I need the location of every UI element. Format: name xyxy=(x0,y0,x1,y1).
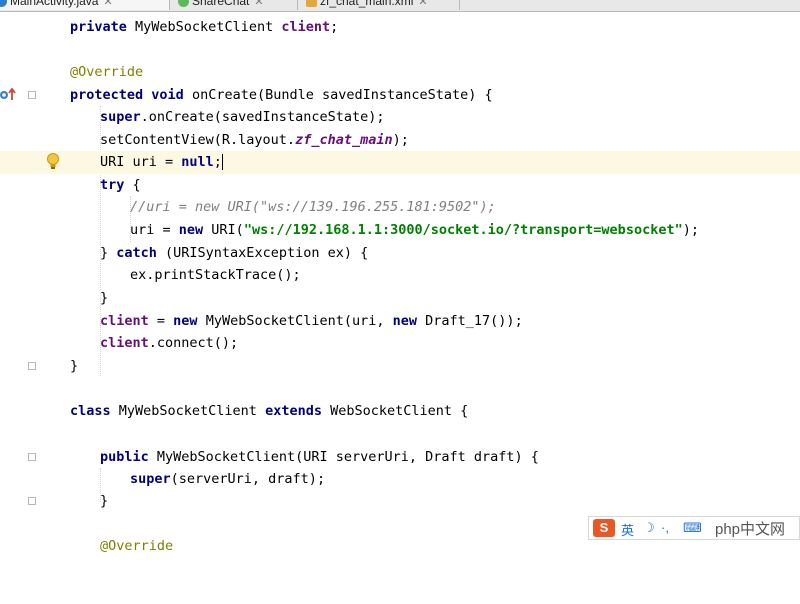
code-line[interactable]: super(serverUri, draft); xyxy=(0,468,800,491)
tab-label: ShareChat xyxy=(192,0,250,8)
xml-file-icon xyxy=(306,0,317,8)
fold-toggle-icon[interactable] xyxy=(28,362,36,370)
fold-toggle-icon[interactable] xyxy=(28,453,36,461)
code-line[interactable]: } catch (URISyntaxException ex) { xyxy=(0,242,800,265)
tab-sharechat[interactable]: ShareChat ✕ xyxy=(172,0,298,10)
punctuation-icon[interactable]: ·, xyxy=(661,520,669,535)
code-line[interactable]: class MyWebSocketClient extends WebSocke… xyxy=(0,400,800,423)
code-line[interactable]: } xyxy=(0,490,800,513)
ime-language-toggle[interactable]: 英 xyxy=(621,520,634,539)
code-line-current[interactable]: URI uri = null; xyxy=(0,151,800,174)
class-file-icon xyxy=(178,0,189,8)
tab-main-activity[interactable]: MainActivity.java ✕ xyxy=(0,0,170,10)
fold-toggle-icon[interactable] xyxy=(28,497,36,505)
code-line[interactable]: setContentView(R.layout.zf_chat_main); xyxy=(0,129,800,152)
code-line[interactable]: uri = new URI("ws://192.168.1.1:3000/soc… xyxy=(0,219,800,242)
close-icon[interactable]: ✕ xyxy=(418,0,427,8)
java-file-icon xyxy=(0,0,7,8)
code-line[interactable]: super.onCreate(savedInstanceState); xyxy=(0,106,800,129)
tab-zf-chat-main[interactable]: zf_chat_main.xml ✕ xyxy=(300,0,460,10)
editor-tab-bar: MainActivity.java ✕ ShareChat ✕ zf_chat_ma… xyxy=(0,0,800,12)
moon-icon[interactable]: ☽ xyxy=(643,520,655,536)
close-icon[interactable]: ✕ xyxy=(103,0,112,8)
code-line[interactable]: client = new MyWebSocketClient(uri, new … xyxy=(0,310,800,333)
sogou-logo-icon[interactable]: S xyxy=(593,519,615,537)
tab-label: zf_chat_main.xml xyxy=(320,0,414,8)
intention-lightbulb-icon[interactable] xyxy=(46,153,60,171)
tab-label: MainActivity.java xyxy=(10,0,99,8)
code-line[interactable]: client.connect(); xyxy=(0,332,800,355)
code-line[interactable]: private MyWebSocketClient client; xyxy=(0,16,800,39)
code-line[interactable]: //uri = new URI("ws://139.196.255.181:95… xyxy=(0,196,800,219)
keyboard-icon[interactable]: ⌨ xyxy=(683,520,702,536)
close-icon[interactable]: ✕ xyxy=(254,0,263,8)
input-method-toolbar: S 英 ☽ ·, ⌨ php中文网 xyxy=(588,516,800,540)
text-cursor xyxy=(221,154,223,170)
code-line[interactable]: ex.printStackTrace(); xyxy=(0,264,800,287)
fold-toggle-icon[interactable] xyxy=(28,91,36,99)
watermark-text: php中文网 xyxy=(715,521,786,538)
code-line[interactable]: } xyxy=(0,287,800,310)
code-line[interactable]: @Override xyxy=(0,61,800,84)
code-line[interactable]: try { xyxy=(0,174,800,197)
code-line[interactable]: public MyWebSocketClient(URI serverUri, … xyxy=(0,446,800,469)
code-line[interactable]: } xyxy=(0,355,800,378)
code-line[interactable]: protected void onCreate(Bundle savedInst… xyxy=(0,84,800,107)
override-method-icon[interactable] xyxy=(0,87,20,101)
